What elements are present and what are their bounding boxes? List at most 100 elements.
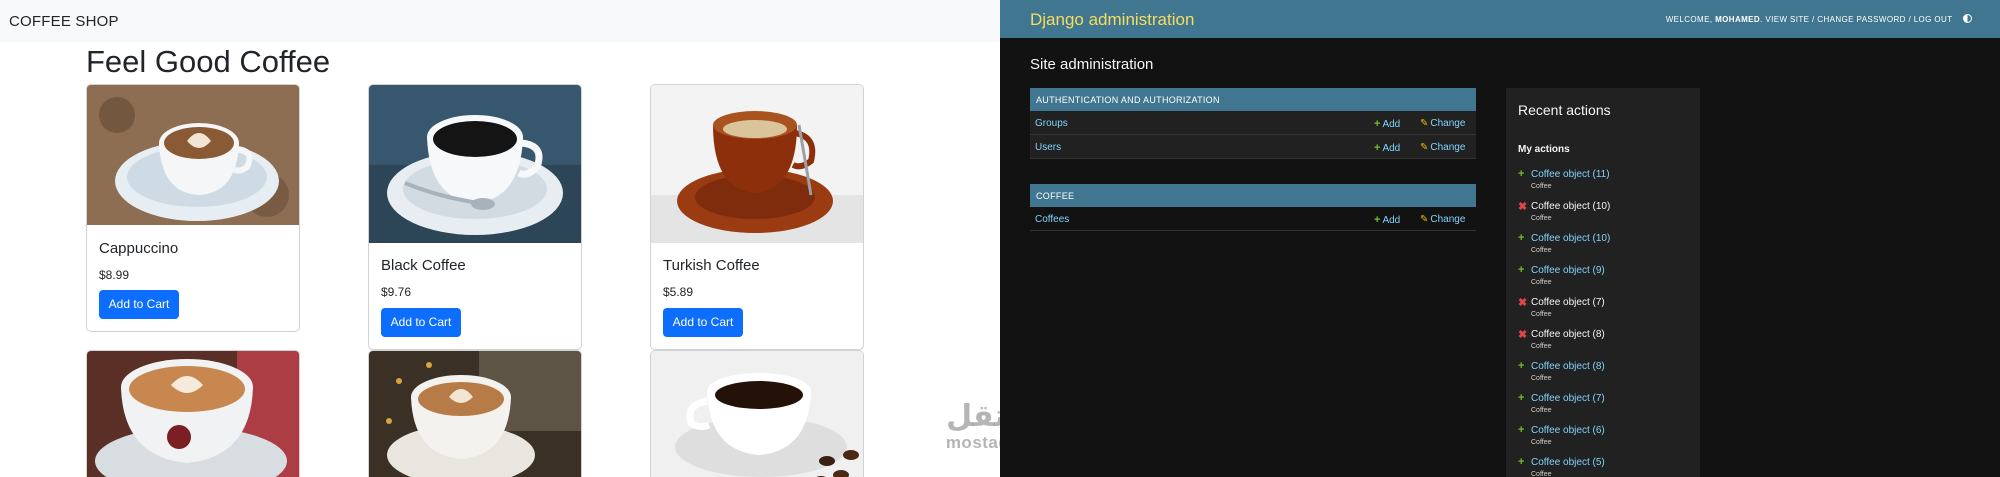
recent-action-label[interactable]: Coffee object (6) <box>1531 425 1605 436</box>
recent-action-item: + Coffee object (6) Coffee <box>1518 424 1698 454</box>
recent-actions-panel: Recent actions My actions + Coffee object… <box>1506 88 1700 477</box>
add-to-cart-button[interactable]: Add to Cart <box>381 308 461 337</box>
product-image <box>87 85 299 225</box>
plus-icon: + <box>1518 392 1525 404</box>
product-name: Black Coffee <box>381 257 466 274</box>
plus-icon: + <box>1518 360 1525 372</box>
product-name: Turkish Coffee <box>663 257 760 274</box>
recent-action-label[interactable]: Coffee object (10) <box>1531 233 1610 244</box>
navbar: COFFEE SHOP <box>0 0 1000 42</box>
product-image <box>651 85 863 243</box>
product-card: Turkish Coffee $5.89 Add to Cart <box>650 84 864 350</box>
recent-action-label: Coffee object (10) <box>1531 201 1611 212</box>
recent-action-label[interactable]: Coffee object (7) <box>1531 393 1605 404</box>
recent-action-item: + Coffee object (9) Coffee <box>1518 264 1698 294</box>
pencil-icon: ✎ <box>1420 214 1429 225</box>
welcome-text: WELCOME, <box>1665 15 1713 24</box>
theme-toggle-icon[interactable] <box>1963 14 1972 23</box>
recent-action-label[interactable]: Coffee object (8) <box>1531 361 1605 372</box>
plus-icon: + <box>1374 142 1381 154</box>
product-image <box>87 351 299 477</box>
product-card <box>368 350 582 477</box>
admin-header: Django administration WELCOME, MOHAMED. … <box>1000 0 2000 38</box>
coffee-shop-page: COFFEE SHOP Feel Good Coffee Cappuccino … <box>0 0 1000 477</box>
recent-action-label: Coffee object (8) <box>1531 329 1605 340</box>
plus-icon: + <box>1374 118 1381 130</box>
plus-icon: + <box>1518 456 1525 468</box>
product-price: $9.76 <box>381 285 412 299</box>
recent-action-type: Coffee <box>1531 471 1552 477</box>
change-link[interactable]: ✎ Change <box>1420 214 1465 225</box>
app-module-coffee: COFFEE Coffees + Add ✎ Change <box>1030 184 1476 231</box>
model-link[interactable]: Groups <box>1035 118 1068 129</box>
add-to-cart-button[interactable]: Add to Cart <box>663 308 743 337</box>
product-card: Cappuccino $8.99 Add to Cart <box>86 84 300 332</box>
add-to-cart-button[interactable]: Add to Cart <box>99 290 179 319</box>
product-image <box>369 85 581 243</box>
pencil-icon: ✎ <box>1420 142 1429 153</box>
model-link[interactable]: Coffees <box>1035 214 1069 225</box>
recent-action-label[interactable]: Coffee object (5) <box>1531 457 1605 468</box>
recent-action-item: + Coffee object (5) Coffee <box>1518 456 1698 477</box>
separator: / <box>1908 15 1912 24</box>
recent-action-type: Coffee <box>1531 183 1552 190</box>
recent-action-item: ✖ Coffee object (8) Coffee <box>1518 328 1698 358</box>
app-module-auth: AUTHENTICATION AND AUTHORIZATION Groups … <box>1030 88 1476 159</box>
product-image <box>369 351 581 477</box>
module-caption[interactable]: AUTHENTICATION AND AUTHORIZATION <box>1030 88 1476 111</box>
navbar-brand[interactable]: COFFEE SHOP <box>9 13 119 30</box>
recent-action-label: Coffee object (7) <box>1531 297 1605 308</box>
product-card: Black Coffee $9.76 Add to Cart <box>368 84 582 350</box>
plus-icon: + <box>1518 264 1525 276</box>
model-row-coffees: Coffees + Add ✎ Change <box>1030 207 1476 231</box>
add-link[interactable]: + Add <box>1374 118 1400 130</box>
recent-action-item: ✖ Coffee object (7) Coffee <box>1518 296 1698 326</box>
product-price: $8.99 <box>99 268 130 282</box>
plus-icon: + <box>1518 232 1525 244</box>
page-title: Site administration <box>1030 56 1154 73</box>
recent-action-type: Coffee <box>1531 311 1552 318</box>
user-tools: WELCOME, MOHAMED. VIEW SITE / CHANGE PAS… <box>1666 14 1972 24</box>
pencil-icon: ✎ <box>1420 118 1429 129</box>
product-image <box>651 351 863 477</box>
model-row-users: Users + Add ✎ Change <box>1030 135 1476 159</box>
plus-icon: + <box>1518 424 1525 436</box>
product-price: $5.89 <box>663 285 694 299</box>
recent-action-label[interactable]: Coffee object (9) <box>1531 265 1605 276</box>
product-card <box>650 350 864 477</box>
model-link[interactable]: Users <box>1035 142 1061 153</box>
recent-action-item: + Coffee object (7) Coffee <box>1518 392 1698 422</box>
model-row-groups: Groups + Add ✎ Change <box>1030 111 1476 135</box>
recent-action-type: Coffee <box>1531 215 1552 222</box>
plus-icon: + <box>1374 214 1381 226</box>
recent-action-type: Coffee <box>1531 279 1552 286</box>
product-name: Cappuccino <box>99 240 179 257</box>
recent-actions-title: Recent actions <box>1518 102 1611 118</box>
site-branding[interactable]: Django administration <box>1030 10 1194 30</box>
change-link[interactable]: ✎ Change <box>1420 142 1465 153</box>
recent-action-type: Coffee <box>1531 439 1552 446</box>
recent-action-type: Coffee <box>1531 247 1552 254</box>
module-caption[interactable]: COFFEE <box>1030 184 1476 207</box>
add-link[interactable]: + Add <box>1374 214 1400 226</box>
view-site-link[interactable]: VIEW SITE <box>1765 15 1809 24</box>
recent-action-type: Coffee <box>1531 407 1552 414</box>
page-title: Feel Good Coffee <box>86 44 331 79</box>
my-actions-heading: My actions <box>1518 144 1570 155</box>
recent-action-item: + Coffee object (8) Coffee <box>1518 360 1698 390</box>
add-link[interactable]: + Add <box>1374 142 1400 154</box>
django-admin-page: Django administration WELCOME, MOHAMED. … <box>1000 0 2000 477</box>
product-card <box>86 350 300 477</box>
recent-action-item: + Coffee object (10) Coffee <box>1518 232 1698 262</box>
username: MOHAMED <box>1715 15 1761 24</box>
recent-action-item: + Coffee object (11) Coffee <box>1518 168 1698 198</box>
delete-icon: ✖ <box>1518 201 1528 213</box>
delete-icon: ✖ <box>1518 297 1528 309</box>
change-password-link[interactable]: CHANGE PASSWORD <box>1817 15 1906 24</box>
delete-icon: ✖ <box>1518 329 1528 341</box>
log-out-link[interactable]: LOG OUT <box>1914 15 1953 24</box>
change-link[interactable]: ✎ Change <box>1420 118 1465 129</box>
recent-action-label[interactable]: Coffee object (11) <box>1531 169 1610 180</box>
separator: / <box>1812 15 1815 24</box>
recent-action-item: ✖ Coffee object (10) Coffee <box>1518 200 1698 230</box>
